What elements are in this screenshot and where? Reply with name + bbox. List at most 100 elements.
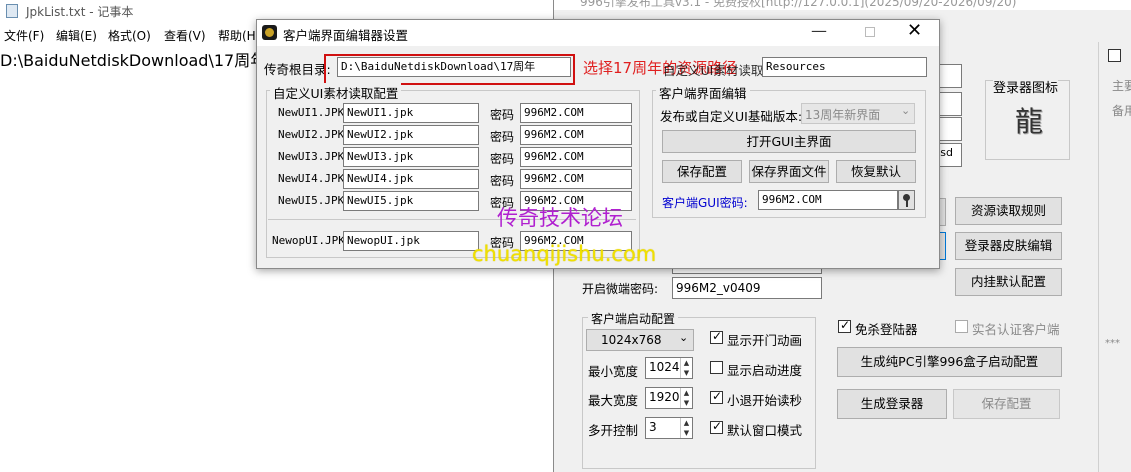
- open-gui-button[interactable]: 打开GUI主界面: [662, 130, 916, 153]
- retreat-countdown-label: 小退开始读秒: [727, 393, 803, 408]
- close-icon[interactable]: ✕: [907, 20, 922, 41]
- jpk-pwd-input[interactable]: 996M2.COM: [520, 103, 632, 123]
- skin-edit-button[interactable]: 登录器皮肤编辑: [955, 232, 1062, 260]
- resource-rules-button[interactable]: 资源读取规则: [955, 197, 1062, 225]
- gen-login-button[interactable]: 生成登录器: [837, 389, 947, 419]
- jpk-row-label: NewUI3.JPK: [278, 150, 345, 163]
- startup-config-title: 客户端启动配置: [588, 310, 679, 327]
- notepad-icon: [6, 4, 18, 18]
- startup-progress-label: 显示启动进度: [727, 363, 803, 378]
- max-width-label: 最大宽度: [588, 393, 639, 408]
- publish-tool-titlebar: 996引擎发布工具v3.1 - 免费授权[http://127.0.0.1](2…: [554, 0, 1131, 10]
- stepper-arrows-icon[interactable]: ▲ ▼: [680, 418, 692, 438]
- menu-help[interactable]: 帮助(H): [218, 27, 260, 44]
- right-text-stars: ***: [1105, 338, 1120, 349]
- realname-label: 实名认证客户端: [972, 322, 1060, 337]
- plugin-default-button[interactable]: 内挂默认配置: [955, 268, 1062, 296]
- jpk-pwd-label: 密码: [490, 174, 515, 188]
- anti-virus-label: 免杀登陆器: [855, 322, 918, 337]
- startup-progress-checkbox[interactable]: [710, 361, 723, 374]
- version-label: 发布或自定义UI基础版本:: [660, 109, 803, 124]
- jpk-file-input[interactable]: NewUI5.jpk: [343, 191, 479, 211]
- jpk-pwd-input[interactable]: 996M2.COM: [520, 125, 632, 145]
- gui-pwd-input[interactable]: 996M2.COM: [758, 190, 898, 210]
- jpk-row-label: NewUI2.JPK: [278, 128, 345, 141]
- key-shaft-icon: [906, 200, 908, 207]
- max-width-value: 1920: [649, 390, 680, 404]
- default-window-label: 默认窗口模式: [727, 423, 803, 438]
- anti-virus-checkbox[interactable]: [838, 318, 851, 333]
- max-width-stepper[interactable]: 1920 ▲ ▼: [645, 387, 693, 409]
- right-text-backup: 备用: [1112, 104, 1131, 118]
- menu-edit[interactable]: 编辑(E): [56, 27, 97, 44]
- micro-pwd-input[interactable]: 996M2_v0409: [672, 277, 822, 299]
- gui-pwd-label: 客户端GUI密码:: [662, 196, 748, 210]
- jpk-row-label: NewUI1.JPK: [278, 106, 345, 119]
- jpk-pwd-label: 密码: [490, 152, 515, 166]
- jpk-row-label: NewUI5.JPK: [278, 194, 345, 207]
- app-logo-inner-icon: [265, 28, 274, 37]
- bg-save-config-button[interactable]: 保存配置: [953, 389, 1060, 419]
- jpk-file-input[interactable]: NewUI2.jpk: [343, 125, 479, 145]
- jpk-file-input[interactable]: NewUI4.jpk: [343, 169, 479, 189]
- jpk-pwd-label: 密码: [490, 130, 515, 144]
- retreat-countdown-checkbox[interactable]: [710, 389, 723, 404]
- micro-pwd-label: 开启微端密码:: [582, 282, 659, 296]
- resolution-select[interactable]: 1024x768 ⌄: [586, 329, 694, 351]
- dialog-title: 客户端界面编辑器设置: [283, 28, 409, 43]
- login-icon-box: 登录器图标 龍: [985, 77, 1070, 160]
- client-ui-edit-title: 客户端界面编辑: [656, 83, 750, 102]
- open-anim-label: 显示开门动画: [727, 333, 803, 348]
- gen-box-config-button[interactable]: 生成纯PC引擎996盒子启动配置: [837, 347, 1062, 377]
- jpk-row-label: NewopUI.JPK: [272, 234, 345, 247]
- root-dir-label: 传奇根目录:: [264, 62, 331, 77]
- multi-open-label: 多开控制: [588, 423, 639, 438]
- notepad-title: JpkList.txt - 记事本: [26, 5, 134, 19]
- right-side-panel: 主要 备用 ***: [1098, 42, 1131, 472]
- menu-format[interactable]: 格式(O): [108, 27, 151, 44]
- version-value: 13周年新界面: [805, 108, 881, 122]
- dialog-save-config-button[interactable]: 保存配置: [662, 160, 742, 183]
- watermark-url: chuanqijishu.com: [472, 242, 657, 266]
- menu-file[interactable]: 文件(F): [4, 27, 44, 44]
- min-width-value: 1024: [649, 360, 680, 374]
- resolution-value: 1024x768: [601, 333, 662, 347]
- dragon-logo-icon[interactable]: 龍: [1012, 105, 1046, 139]
- jpk-file-input[interactable]: NewopUI.jpk: [343, 231, 479, 251]
- key-icon[interactable]: [898, 190, 915, 210]
- right-text-main: 主要: [1112, 79, 1131, 93]
- custom-ui-group-title: 自定义UI素材读取配置: [270, 83, 402, 102]
- version-select[interactable]: 13周年新界面 ⌄: [801, 103, 915, 124]
- multi-open-stepper[interactable]: 3 ▲ ▼: [645, 417, 693, 439]
- open-anim-checkbox[interactable]: [710, 329, 723, 344]
- notepad-content[interactable]: D:\BaiduNetdiskDownload\17周年: [0, 47, 266, 71]
- login-icon-label: 登录器图标: [993, 77, 1059, 96]
- jpk-pwd-label: 密码: [490, 108, 515, 122]
- custom-ui-label: 自定义UI素材读取: [663, 63, 764, 78]
- multi-open-value: 3: [649, 420, 657, 434]
- root-dir-highlight-box: [324, 54, 575, 85]
- maximize-icon[interactable]: [865, 27, 875, 37]
- watermark-title: 传奇技术论坛: [497, 206, 623, 230]
- min-width-stepper[interactable]: 1024 ▲ ▼: [645, 357, 693, 379]
- dialog-titlebar: 客户端界面编辑器设置 — ✕: [257, 20, 939, 46]
- chevron-down-icon: ⌄: [679, 331, 689, 344]
- restore-default-button[interactable]: 恢复默认: [836, 160, 916, 183]
- stepper-arrows-icon[interactable]: ▲ ▼: [680, 358, 692, 378]
- jpk-file-input[interactable]: NewUI3.jpk: [343, 147, 479, 167]
- min-width-label: 最小宽度: [588, 364, 639, 379]
- jpk-pwd-input[interactable]: 996M2.COM: [520, 169, 632, 189]
- resources-input[interactable]: Resources: [762, 57, 927, 77]
- stepper-arrows-icon[interactable]: ▲ ▼: [680, 388, 692, 408]
- menu-view[interactable]: 查看(V): [164, 27, 206, 44]
- realname-checkbox[interactable]: [955, 320, 968, 333]
- jpk-file-input[interactable]: NewUI1.jpk: [343, 103, 479, 123]
- jpk-pwd-input[interactable]: 996M2.COM: [520, 147, 632, 167]
- right-panel-checkbox[interactable]: [1108, 49, 1121, 62]
- default-window-checkbox[interactable]: [710, 419, 723, 434]
- save-ui-file-button[interactable]: 保存界面文件: [749, 160, 829, 183]
- jpk-row-label: NewUI4.JPK: [278, 172, 345, 185]
- minimize-icon[interactable]: —: [811, 21, 827, 40]
- chevron-down-icon: ⌄: [901, 104, 911, 117]
- publish-tool-title: 996引擎发布工具v3.1 - 免费授权[http://127.0.0.1](2…: [580, 0, 1017, 9]
